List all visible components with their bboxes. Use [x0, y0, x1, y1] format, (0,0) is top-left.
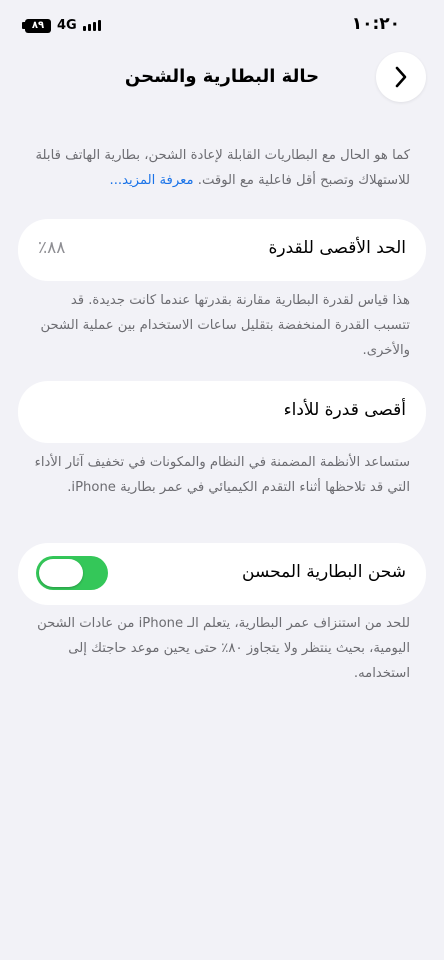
peak-performance-description: ستساعد الأنظمة المضمنة في النظام والمكون…: [34, 455, 410, 495]
optimized-charging-toggle[interactable]: [36, 556, 108, 590]
intro-text: كما هو الحال مع البطاريات القابلة لإعادة…: [35, 148, 410, 188]
learn-more-link[interactable]: معرفة المزيد...: [110, 173, 194, 188]
toggle-knob: [39, 559, 83, 587]
status-bar: ٨٩ 4G ١٠:٢٠: [0, 0, 444, 48]
max-capacity-description: هذا قياس لقدرة البطارية مقارنة بقدرتها ع…: [40, 293, 410, 358]
status-time: ١٠:٢٠: [351, 14, 400, 34]
intro-note: كما هو الحال مع البطاريات القابلة لإعادة…: [34, 143, 410, 193]
peak-performance-row: أقصى قدرة للأداء: [18, 381, 426, 443]
optimized-charging-label: شحن البطارية المحسن: [242, 562, 406, 582]
peak-performance-label: أقصى قدرة للأداء: [283, 400, 406, 420]
battery-level: ٨٩: [25, 18, 51, 33]
navigation-bar: حالة البطارية والشحن: [0, 52, 444, 104]
chevron-right-icon: [395, 66, 407, 88]
signal-icon: [82, 20, 101, 31]
optimized-charging-row: شحن البطارية المحسن: [18, 543, 426, 605]
battery-icon: ٨٩: [22, 18, 51, 33]
network-type: 4G: [57, 18, 77, 33]
max-capacity-row: الحد الأقصى للقدرة ٨٨٪: [18, 219, 426, 281]
back-button[interactable]: [376, 52, 426, 102]
optimized-charging-description: للحد من استنزاف عمر البطارية، يتعلم الـ …: [37, 616, 410, 681]
max-capacity-value: ٨٨٪: [38, 238, 66, 258]
max-capacity-label: الحد الأقصى للقدرة: [268, 238, 406, 258]
status-left: ٨٩ 4G: [22, 18, 101, 33]
